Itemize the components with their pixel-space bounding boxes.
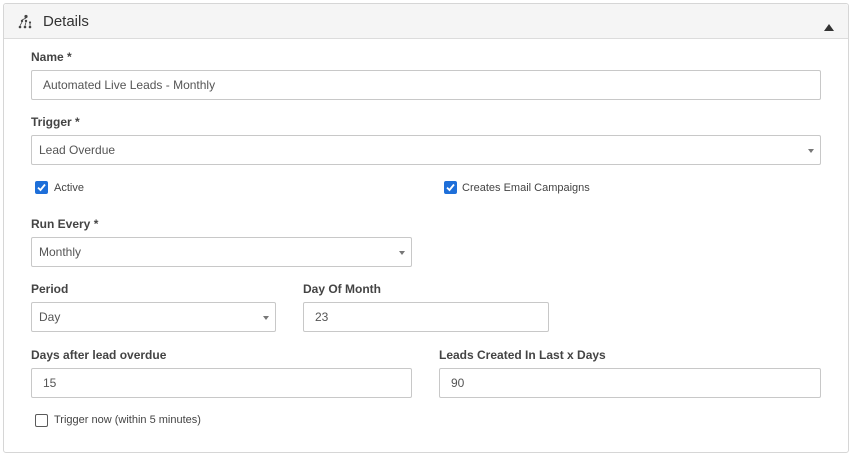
run-every-select-value: Monthly: [39, 245, 82, 259]
creates-email-campaigns-label: Creates Email Campaigns: [462, 182, 590, 194]
active-checkbox-label: Active: [54, 182, 84, 194]
trigger-now-checkbox[interactable]: [35, 414, 48, 427]
sitemap-icon: [18, 14, 34, 30]
trigger-label: Trigger *: [31, 115, 80, 129]
leads-created-last-x-days-label: Leads Created In Last x Days: [439, 348, 606, 362]
details-panel-header[interactable]: Details: [4, 4, 848, 39]
name-label: Name *: [31, 50, 72, 64]
leads-created-last-x-days-input[interactable]: 90: [439, 368, 821, 398]
chevron-down-icon: [263, 316, 269, 320]
day-of-month-label: Day Of Month: [303, 282, 381, 296]
trigger-select[interactable]: Lead Overdue: [31, 135, 821, 165]
trigger-now-label: Trigger now (within 5 minutes): [54, 414, 201, 426]
days-after-lead-overdue-input[interactable]: 15: [31, 368, 412, 398]
run-every-label: Run Every *: [31, 217, 99, 231]
period-label: Period: [31, 282, 69, 296]
panel-title: Details: [43, 13, 89, 30]
caret-up-icon[interactable]: [824, 18, 834, 31]
details-panel: Details Name * Automated Live Leads - Mo…: [3, 3, 849, 453]
trigger-select-value: Lead Overdue: [39, 143, 116, 157]
period-select-value: Day: [39, 310, 61, 324]
creates-email-campaigns-checkbox[interactable]: [444, 181, 457, 194]
days-after-lead-overdue-label: Days after lead overdue: [31, 348, 167, 362]
name-input[interactable]: Automated Live Leads - Monthly: [31, 70, 821, 100]
active-checkbox[interactable]: [35, 181, 48, 194]
chevron-down-icon: [808, 149, 814, 153]
chevron-down-icon: [399, 251, 405, 255]
period-select[interactable]: Day: [31, 302, 276, 332]
day-of-month-input[interactable]: 23: [303, 302, 549, 332]
run-every-select[interactable]: Monthly: [31, 237, 412, 267]
